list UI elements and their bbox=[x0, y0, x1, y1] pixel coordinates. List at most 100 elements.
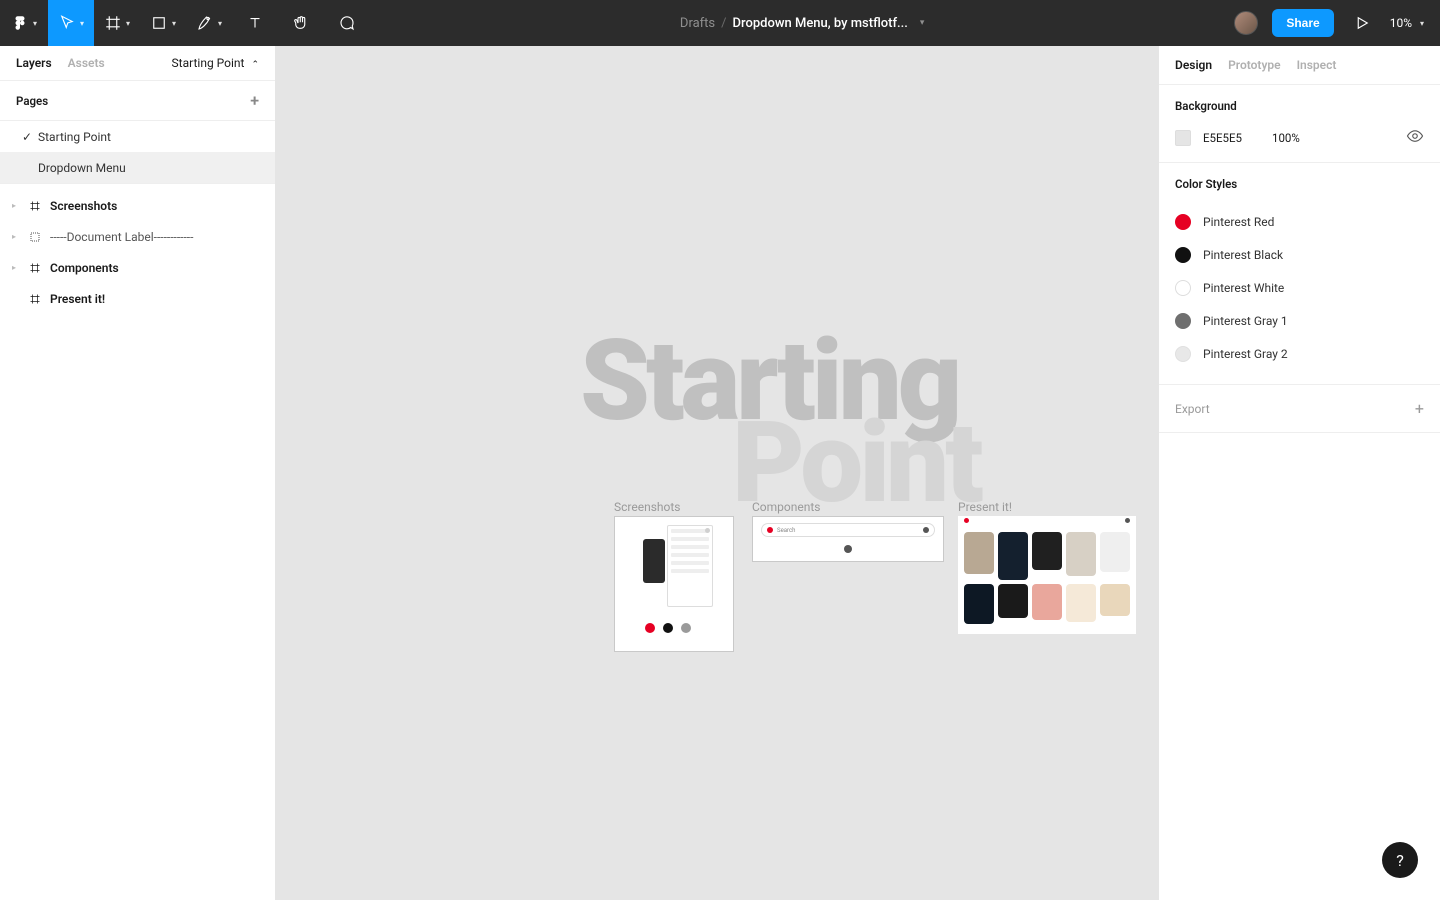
color-dot bbox=[1175, 280, 1191, 296]
frame-present-it[interactable] bbox=[958, 516, 1136, 634]
file-name[interactable]: Dropdown Menu, by mstflotf... bbox=[733, 16, 908, 31]
grid-icon bbox=[28, 292, 42, 306]
frame-content bbox=[615, 517, 733, 651]
frame-label-present[interactable]: Present it! bbox=[958, 500, 1012, 514]
canvas[interactable]: Starting Point Screenshots Components bbox=[276, 46, 1158, 900]
tab-prototype[interactable]: Prototype bbox=[1228, 58, 1281, 72]
color-style-pinterest-white[interactable]: Pinterest White bbox=[1175, 271, 1424, 304]
color-hex[interactable]: E5E5E5 bbox=[1203, 131, 1242, 145]
caret-icon: ▸ bbox=[12, 201, 20, 210]
chevron-down-icon: ▾ bbox=[218, 19, 222, 28]
search-placeholder: Search bbox=[777, 527, 919, 534]
color-dot bbox=[1175, 214, 1191, 230]
move-tool-button[interactable]: ▾ bbox=[48, 0, 94, 46]
frame-content: Search bbox=[753, 517, 943, 561]
top-toolbar: ▾ ▾ ▾ ▾ ▾ Drafts / Dropdown Menu, by mst… bbox=[0, 0, 1440, 46]
color-opacity[interactable]: 100% bbox=[1272, 131, 1300, 145]
background-section: Background E5E5E5 100% bbox=[1159, 85, 1440, 163]
present-button[interactable] bbox=[1348, 9, 1376, 37]
chevron-down-icon: ▾ bbox=[172, 19, 176, 28]
background-row[interactable]: E5E5E5 100% bbox=[1175, 127, 1424, 148]
help-button[interactable]: ? bbox=[1382, 842, 1418, 878]
layer-name: Screenshots bbox=[50, 199, 117, 213]
frame-icon bbox=[28, 261, 42, 275]
chevron-down-icon: ▾ bbox=[1420, 19, 1424, 28]
rectangle-icon bbox=[150, 14, 168, 32]
frame-label-components[interactable]: Components bbox=[752, 500, 821, 514]
layer-row-document-label[interactable]: ▸ -----Document Label------------ bbox=[0, 221, 275, 252]
color-style-name: Pinterest Black bbox=[1203, 248, 1283, 262]
toolbar-right: Share 10% ▾ bbox=[1234, 9, 1440, 37]
left-panel: Layers Assets Starting Point ⌃ Pages + ✓… bbox=[0, 46, 276, 900]
frame-tool-button[interactable]: ▾ bbox=[94, 0, 140, 46]
frame-icon bbox=[104, 14, 122, 32]
document-path[interactable]: Drafts / Dropdown Menu, by mstflotf... ▾ bbox=[370, 16, 1234, 31]
chevron-down-icon[interactable]: ▾ bbox=[920, 18, 925, 28]
pen-tool-button[interactable]: ▾ bbox=[186, 0, 232, 46]
visibility-toggle[interactable] bbox=[1406, 127, 1424, 148]
tab-inspect[interactable]: Inspect bbox=[1297, 58, 1337, 72]
main-menu-button[interactable]: ▾ bbox=[0, 0, 48, 46]
zoom-selector[interactable]: 10% ▾ bbox=[1390, 16, 1424, 30]
page-row-starting-point[interactable]: ✓ Starting Point bbox=[0, 121, 275, 152]
caret-icon: ▸ bbox=[12, 263, 20, 272]
frame-label-screenshots[interactable]: Screenshots bbox=[614, 500, 680, 514]
color-style-pinterest-gray-1[interactable]: Pinterest Gray 1 bbox=[1175, 304, 1424, 337]
cursor-icon bbox=[58, 14, 76, 32]
frame-components[interactable]: Search bbox=[752, 516, 944, 562]
pages-header-label: Pages bbox=[16, 94, 48, 108]
frame-screenshots[interactable] bbox=[614, 516, 734, 652]
play-icon bbox=[1353, 14, 1371, 32]
page-row-dropdown-menu[interactable]: Dropdown Menu bbox=[0, 152, 275, 183]
color-style-pinterest-black[interactable]: Pinterest Black bbox=[1175, 238, 1424, 271]
question-icon: ? bbox=[1396, 851, 1404, 870]
page-label: Starting Point bbox=[36, 130, 111, 144]
eye-icon bbox=[1406, 127, 1424, 145]
tab-design[interactable]: Design bbox=[1175, 58, 1212, 72]
check-icon: ✓ bbox=[22, 130, 36, 144]
color-dot bbox=[1175, 313, 1191, 329]
folder-name[interactable]: Drafts bbox=[680, 16, 715, 31]
section-header: Color Styles bbox=[1175, 177, 1424, 191]
page-label: Dropdown Menu bbox=[36, 161, 126, 175]
color-style-pinterest-gray-2[interactable]: Pinterest Gray 2 bbox=[1175, 337, 1424, 370]
layer-name: Present it! bbox=[50, 292, 105, 306]
section-header: Background bbox=[1175, 99, 1424, 113]
share-button[interactable]: Share bbox=[1272, 9, 1333, 37]
hand-tool-button[interactable] bbox=[278, 0, 324, 46]
color-style-name: Pinterest Red bbox=[1203, 215, 1274, 229]
thumbnail bbox=[667, 525, 713, 607]
layer-row-components[interactable]: ▸ Components bbox=[0, 252, 275, 283]
comment-tool-button[interactable] bbox=[324, 0, 370, 46]
left-panel-tabs: Layers Assets Starting Point ⌃ bbox=[0, 46, 275, 81]
layer-row-screenshots[interactable]: ▸ Screenshots bbox=[0, 190, 275, 221]
avatar-icon bbox=[923, 527, 929, 533]
main-area: Layers Assets Starting Point ⌃ Pages + ✓… bbox=[0, 46, 1440, 900]
page-selector-label: Starting Point bbox=[172, 56, 245, 70]
color-style-name: Pinterest Gray 1 bbox=[1203, 314, 1288, 328]
color-style-pinterest-red[interactable]: Pinterest Red bbox=[1175, 205, 1424, 238]
color-dot bbox=[1175, 346, 1191, 362]
add-export-button[interactable]: + bbox=[1415, 399, 1424, 418]
layers-tree: ▸ Screenshots ▸ -----Document Label-----… bbox=[0, 183, 275, 314]
text-tool-button[interactable] bbox=[232, 0, 278, 46]
layer-row-present-it[interactable]: Present it! bbox=[0, 283, 275, 314]
avatar-icon bbox=[1125, 518, 1130, 523]
figma-logo-icon bbox=[11, 14, 29, 32]
thumbnail bbox=[643, 539, 665, 583]
user-avatar[interactable] bbox=[1234, 11, 1258, 35]
pen-icon bbox=[196, 14, 214, 32]
page-selector[interactable]: Starting Point ⌃ bbox=[172, 56, 259, 70]
zoom-value: 10% bbox=[1390, 16, 1412, 30]
group-icon bbox=[28, 230, 42, 244]
chevron-up-icon: ⌃ bbox=[251, 60, 259, 70]
tab-assets[interactable]: Assets bbox=[68, 56, 105, 70]
shape-tool-button[interactable]: ▾ bbox=[140, 0, 186, 46]
add-page-button[interactable]: + bbox=[250, 91, 259, 110]
chevron-down-icon: ▾ bbox=[80, 19, 84, 28]
color-swatch[interactable] bbox=[1175, 130, 1191, 146]
pages-header: Pages + bbox=[0, 81, 275, 121]
export-section[interactable]: Export + bbox=[1159, 385, 1440, 433]
color-styles-section: Color Styles Pinterest Red Pinterest Bla… bbox=[1159, 163, 1440, 385]
tab-layers[interactable]: Layers bbox=[16, 56, 52, 70]
